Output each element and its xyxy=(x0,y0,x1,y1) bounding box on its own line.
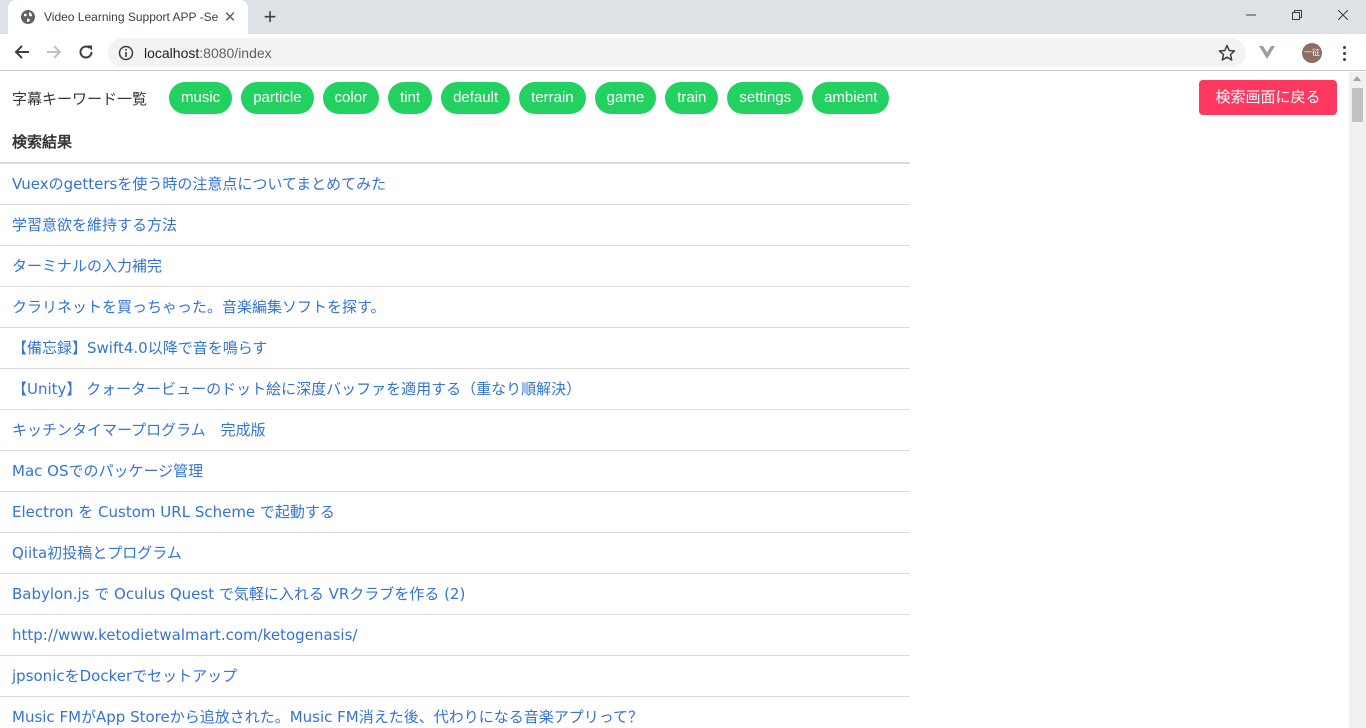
keyword-tag-list: music particle color tint default terrai… xyxy=(169,82,890,114)
keyword-tag[interactable]: game xyxy=(594,82,657,114)
keyword-tag[interactable]: tint xyxy=(388,82,433,114)
result-link[interactable]: jpsonicをDockerでセットアップ xyxy=(12,667,237,685)
browser-toolbar: localhost:8080/index 一征 xyxy=(0,34,1366,71)
window-restore-button[interactable] xyxy=(1274,0,1320,30)
reload-button[interactable] xyxy=(74,40,98,64)
result-link[interactable]: ターミナルの入力補完 xyxy=(12,257,162,275)
bookmark-star-icon[interactable] xyxy=(1218,44,1236,62)
browser-tab[interactable]: Video Learning Support APP -Sea ✕ xyxy=(8,0,248,34)
arrow-right-icon xyxy=(47,45,62,59)
scroll-up-arrow-icon[interactable] xyxy=(1353,76,1361,81)
close-icon xyxy=(1338,10,1348,20)
window-minimize-button[interactable] xyxy=(1228,0,1274,30)
list-item: Mac OSでのパッケージ管理 xyxy=(0,451,910,492)
keyword-tag[interactable]: particle xyxy=(241,82,314,114)
keyword-tag[interactable]: default xyxy=(441,82,511,114)
list-item: 【Unity】 クォータービューのドット絵に深度バッファを適用する（重なり順解決… xyxy=(0,369,910,410)
arrow-left-icon xyxy=(14,45,29,59)
page-viewport: 字幕キーワード一覧 music particle color tint defa… xyxy=(0,72,1349,728)
minimize-icon xyxy=(1246,14,1256,16)
keyword-tag[interactable]: music xyxy=(169,82,233,114)
list-item: Babylon.js で Oculus Quest で気軽に入れる VRクラブを… xyxy=(0,574,910,615)
list-item: キッチンタイマープログラム 完成版 xyxy=(0,410,910,451)
list-item: Qiita初投稿とプログラム xyxy=(0,533,910,574)
result-link[interactable]: キッチンタイマープログラム 完成版 xyxy=(12,421,266,439)
list-item: 【備忘録】Swift4.0以降で音を鳴らす xyxy=(0,328,910,369)
address-bar[interactable]: localhost:8080/index xyxy=(108,38,1246,67)
tab-title: Video Learning Support APP -Sea xyxy=(44,10,218,24)
list-item: http://www.ketodietwalmart.com/ketogenas… xyxy=(0,615,910,656)
keyword-bar: 字幕キーワード一覧 music particle color tint defa… xyxy=(12,82,890,114)
result-link[interactable]: Electron を Custom URL Scheme で起動する xyxy=(12,503,335,521)
result-link[interactable]: クラリネットを買っちゃった。音楽編集ソフトを探す。 xyxy=(12,298,386,316)
vue-devtools-extension-icon[interactable] xyxy=(1258,43,1276,61)
keyword-tag[interactable]: terrain xyxy=(519,82,586,114)
back-button[interactable] xyxy=(10,40,34,64)
search-results: 検索結果 Vuexのgettersを使う時の注意点についてまとめてみた 学習意欲… xyxy=(0,128,910,728)
back-to-search-button[interactable]: 検索画面に戻る xyxy=(1199,80,1337,115)
url-text: localhost:8080/index xyxy=(144,45,272,61)
scrollbar-thumb[interactable] xyxy=(1352,88,1363,122)
globe-icon xyxy=(21,10,35,24)
url-host: localhost xyxy=(144,44,200,61)
keywords-heading: 字幕キーワード一覧 xyxy=(12,89,148,108)
result-link[interactable]: 【Unity】 クォータービューのドット絵に深度バッファを適用する（重なり順解決… xyxy=(12,380,581,398)
result-link[interactable]: Mac OSでのパッケージ管理 xyxy=(12,462,203,480)
list-item: jpsonicをDockerでセットアップ xyxy=(0,656,910,697)
list-item: Music FMがApp Storeから追放された。Music FM消えた後、代… xyxy=(0,697,910,728)
new-tab-button[interactable]: + xyxy=(258,6,282,28)
vertical-scrollbar[interactable] xyxy=(1349,72,1366,728)
forward-button[interactable] xyxy=(42,40,66,64)
result-link[interactable]: 学習意欲を維持する方法 xyxy=(12,216,177,234)
avatar[interactable]: 一征 xyxy=(1302,43,1322,63)
list-item: クラリネットを買っちゃった。音楽編集ソフトを探す。 xyxy=(0,287,910,328)
results-heading: 検索結果 xyxy=(0,128,910,164)
tab-close-icon[interactable]: ✕ xyxy=(222,9,238,25)
result-link[interactable]: Babylon.js で Oculus Quest で気軽に入れる VRクラブを… xyxy=(12,585,465,603)
keyword-tag[interactable]: ambient xyxy=(812,82,890,114)
keyword-tag[interactable]: train xyxy=(665,82,719,114)
restore-icon xyxy=(1292,10,1302,20)
result-link[interactable]: Vuexのgettersを使う時の注意点についてまとめてみた xyxy=(12,175,386,193)
result-link[interactable]: http://www.ketodietwalmart.com/ketogenas… xyxy=(12,626,357,644)
window-close-button[interactable] xyxy=(1320,0,1366,30)
list-item: Vuexのgettersを使う時の注意点についてまとめてみた xyxy=(0,164,910,205)
list-item: Electron を Custom URL Scheme で起動する xyxy=(0,492,910,533)
info-icon[interactable] xyxy=(118,45,134,61)
list-item: 学習意欲を維持する方法 xyxy=(0,205,910,246)
keyword-tag[interactable]: color xyxy=(322,82,380,114)
result-link[interactable]: Music FMがApp Storeから追放された。Music FM消えた後、代… xyxy=(12,708,643,726)
reload-icon xyxy=(79,45,93,59)
result-link[interactable]: 【備忘録】Swift4.0以降で音を鳴らす xyxy=(12,339,267,357)
list-item: ターミナルの入力補完 xyxy=(0,246,910,287)
browser-menu-icon[interactable] xyxy=(1334,42,1354,64)
result-link[interactable]: Qiita初投稿とプログラム xyxy=(12,544,182,562)
url-path: :8080/index xyxy=(199,44,272,61)
keyword-tag[interactable]: settings xyxy=(727,82,804,114)
tab-strip: Video Learning Support APP -Sea ✕ + xyxy=(0,0,1366,34)
